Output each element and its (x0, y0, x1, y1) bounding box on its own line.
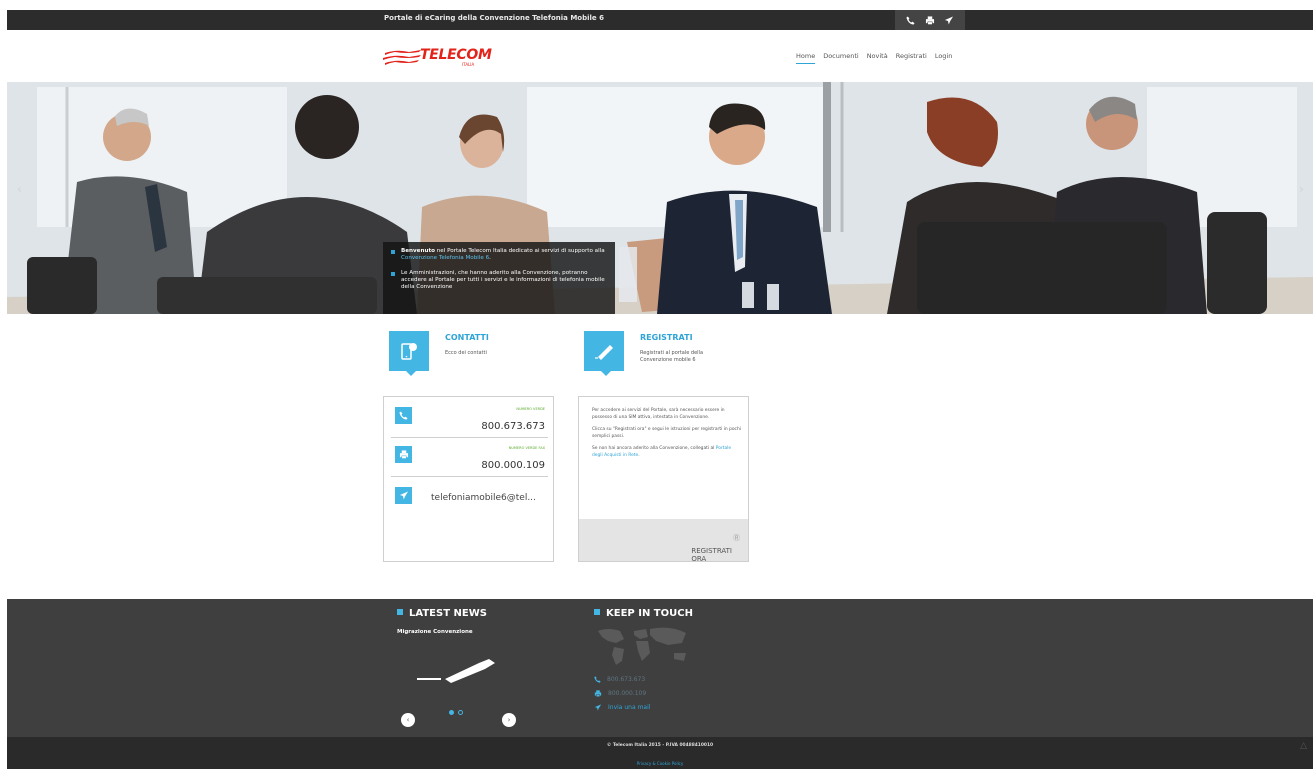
hero-caption-line-2: Le Amministrazioni, che hanno aderito al… (391, 270, 607, 291)
contatti-panel: NUMERO VERDE 800.673.673 NUMERO VERDE FA… (383, 396, 554, 562)
registrati-paragraph-3: Se non hai ancora aderito alla Convenzio… (592, 446, 732, 458)
nav-novita[interactable]: Novità (867, 52, 888, 64)
registrati-title: REGISTRATI (640, 333, 693, 342)
hero-caption: Benvenuto nel Portale Telecom Italia ded… (383, 242, 615, 314)
hero-prev-arrow-icon[interactable]: ‹ (17, 182, 22, 196)
fax-icon (395, 446, 412, 463)
nav-home[interactable]: Home (796, 52, 816, 64)
logo-subtext: ITALIA (462, 62, 475, 67)
copyright-text: © Telecom Italia 2015 - P.IVA 0048841001… (606, 743, 714, 748)
world-map-icon (598, 627, 686, 665)
hero-slider: ‹ › Benvenuto nel Portale Telecom Italia… (7, 82, 1313, 314)
footer-fax[interactable]: 800.000.109 (594, 690, 646, 697)
registrati-paragraph-1: Per accedere ai servizi del Portale, sar… (592, 408, 725, 420)
numero-verde-label: NUMERO VERDE (516, 407, 545, 411)
send-icon (395, 487, 412, 504)
hero-next-arrow-icon[interactable]: › (1299, 182, 1304, 196)
email-link[interactable]: telefoniamobile6@tel... (431, 493, 536, 503)
scroll-top-icon[interactable]: △ (1300, 741, 1307, 751)
phone-icon[interactable] (905, 14, 917, 26)
registrati-ora-bar: REGISTRATI ORA Ⓡ (579, 519, 748, 563)
registrati-icon (584, 331, 624, 376)
convenzione-link[interactable]: Convenzione Telefonia Mobile 6 (401, 255, 489, 261)
top-contact-icons (895, 10, 965, 30)
latest-news-heading: LATEST NEWS (397, 608, 487, 619)
slide-dot[interactable] (458, 710, 463, 715)
privacy-link[interactable]: Privacy & Cookie Policy (7, 761, 1313, 766)
arrow-circle-icon: Ⓡ (733, 534, 740, 542)
top-bar: Portale di eCaring della Convenzione Tel… (7, 10, 1313, 30)
registrati-panel: Per accedere ai servizi del Portale, sar… (578, 396, 749, 563)
contatti-desc: Ecco dei contatti (445, 350, 487, 356)
keep-in-touch-heading: KEEP IN TOUCH (594, 608, 693, 619)
registrati-text: Per accedere ai servizi del Portale, sar… (592, 408, 742, 465)
news-next-button[interactable]: › (502, 713, 516, 727)
telecom-logo-mark-icon (383, 50, 421, 65)
pen-icon (417, 659, 495, 683)
contact-row-email: telefoniamobile6@tel... (391, 483, 548, 518)
footer-mail-link[interactable]: Invia una mail (594, 704, 650, 711)
telecom-logo[interactable]: TELECOM ITALIA (383, 46, 493, 68)
nav-login[interactable]: Login (935, 52, 953, 64)
footer: LATEST NEWS Migrazione Convenzione ‹ › K… (7, 599, 1313, 737)
send-icon (594, 704, 602, 711)
registrati-paragraph-2: Clicca su "Registrati ora" e segui le is… (592, 427, 741, 439)
contatti-icon (389, 331, 429, 376)
registrati-desc: Registrati al portale della Convenzione … (640, 350, 704, 363)
nav-documenti[interactable]: Documenti (823, 52, 858, 64)
fax-icon (594, 690, 602, 697)
news-prev-button[interactable]: ‹ (401, 713, 415, 727)
phone-icon (395, 407, 412, 424)
portal-title: Portale di eCaring della Convenzione Tel… (384, 14, 604, 22)
news-item-title[interactable]: Migrazione Convenzione (397, 629, 473, 635)
logo-wordmark: TELECOM (420, 47, 492, 63)
contact-row-phone: NUMERO VERDE 800.673.673 (391, 403, 548, 438)
nav-registrati[interactable]: Registrati (896, 52, 927, 64)
main-nav: Home Documenti Novità Registrati Login (796, 52, 952, 64)
slide-dot-active[interactable] (449, 710, 454, 715)
numero-verde-value[interactable]: 800.673.673 (481, 421, 545, 432)
contact-row-fax: NUMERO VERDE FAX 800.000.109 (391, 442, 548, 477)
footer-phone[interactable]: 800.673.673 (594, 676, 645, 683)
registrati-ora-button[interactable]: REGISTRATI ORA Ⓡ (691, 533, 740, 563)
phone-icon (594, 676, 601, 683)
numero-verde-fax-value[interactable]: 800.000.109 (481, 460, 545, 471)
hero-caption-line-1: Benvenuto nel Portale Telecom Italia ded… (391, 248, 607, 262)
fax-icon[interactable] (924, 14, 936, 26)
send-icon[interactable] (943, 14, 955, 26)
contatti-title: CONTATTI (445, 333, 489, 342)
bottom-bar: © Telecom Italia 2015 - P.IVA 0048841001… (7, 737, 1313, 769)
numero-verde-fax-label: NUMERO VERDE FAX (508, 446, 545, 450)
hero-photo (7, 82, 1313, 314)
